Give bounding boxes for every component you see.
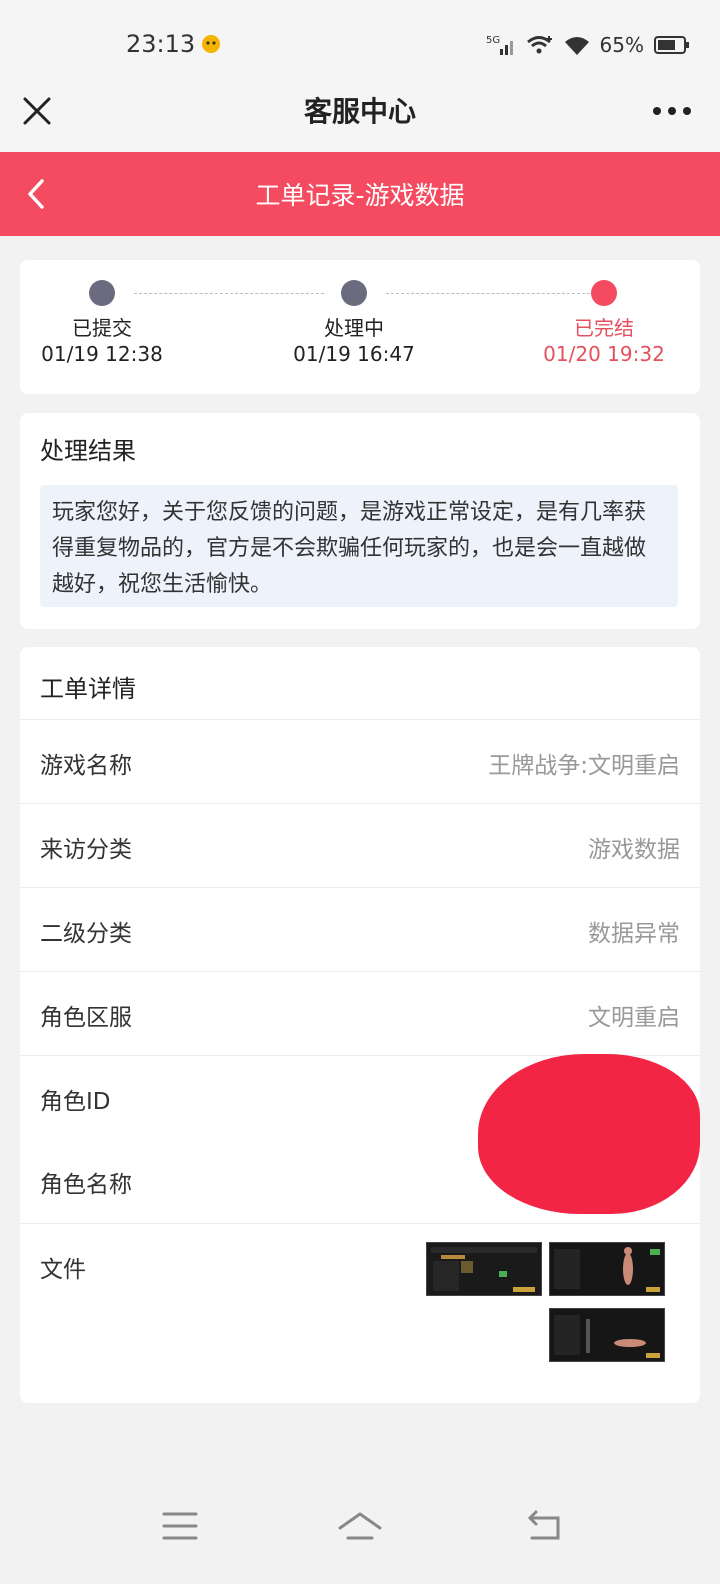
detail-value: 游戏数据 [588, 837, 680, 863]
ticket-header: 工单记录-游戏数据 [0, 152, 720, 236]
screenshot-image [550, 1243, 664, 1295]
detail-key: 角色区服 [40, 1005, 132, 1031]
result-heading: 处理结果 [40, 437, 136, 465]
step-time: 01/19 12:38 [41, 342, 163, 366]
step-dot [89, 280, 115, 306]
detail-key: 游戏名称 [40, 753, 132, 779]
home-icon[interactable] [336, 1506, 384, 1546]
notification-app-icon [202, 35, 220, 53]
back-icon[interactable] [524, 1506, 564, 1546]
detail-key: 文件 [40, 1257, 86, 1283]
result-card: 处理结果 玩家您好，关于您反馈的问题，是游戏正常设定，是有几率获得重复物品的，官… [20, 413, 700, 629]
ticket-details-card: 工单详情 游戏名称 王牌战争:文明重启 来访分类 游戏数据 二级分类 数据异常 … [20, 647, 700, 1403]
detail-key: 角色ID [40, 1089, 111, 1115]
detail-key: 二级分类 [40, 921, 132, 947]
wifi-plus-icon [526, 36, 552, 54]
detail-value: 王牌战争:文明重启 [488, 753, 680, 779]
detail-key: 来访分类 [40, 837, 132, 863]
cellular-signal-icon: 5G [486, 35, 513, 55]
ticket-progress-card: 已提交 01/19 12:38 处理中 01/19 16:47 已完结 01/2… [20, 260, 700, 394]
detail-value: 文明重启 [588, 1005, 680, 1031]
attachment-thumbnail[interactable] [426, 1242, 542, 1296]
step-dot [341, 280, 367, 306]
page-title: 客服中心 [303, 95, 416, 128]
progress-step-processing: 处理中 01/19 16:47 [254, 280, 454, 368]
detail-row-files: 文件 [20, 1223, 700, 1404]
network-type-label: 5G [486, 35, 500, 46]
battery-icon [654, 36, 689, 54]
status-bar: 23:13 5G 65% [0, 0, 720, 88]
step-time: 01/19 16:47 [293, 342, 415, 366]
more-options-icon[interactable] [652, 106, 692, 116]
attachment-thumbnail[interactable] [549, 1308, 665, 1362]
step-label: 处理中 [324, 316, 384, 340]
step-label: 已完结 [574, 316, 634, 340]
attachment-thumbnail[interactable] [549, 1242, 665, 1296]
screenshot-image [427, 1243, 541, 1295]
details-heading: 工单详情 [40, 675, 136, 703]
detail-key: 角色名称 [40, 1172, 132, 1198]
redaction-mark [478, 1054, 700, 1214]
result-message: 玩家您好，关于您反馈的问题，是游戏正常设定，是有几率获得重复物品的，官方是不会欺… [40, 485, 678, 607]
battery-percent: 65% [599, 33, 644, 57]
menu-icon[interactable] [160, 1506, 200, 1546]
detail-row-subcategory: 二级分类 数据异常 [20, 887, 700, 972]
detail-row-game-name: 游戏名称 王牌战争:文明重启 [20, 719, 700, 804]
status-indicators: 5G 65% [486, 30, 690, 60]
progress-step-submitted: 已提交 01/19 12:38 [2, 280, 202, 368]
title-bar: 客服中心 [0, 88, 720, 152]
step-time: 01/20 19:32 [543, 342, 665, 366]
ticket-header-title: 工单记录-游戏数据 [255, 181, 465, 210]
step-label: 已提交 [72, 316, 132, 340]
detail-row-server: 角色区服 文明重启 [20, 971, 700, 1056]
wifi-icon [564, 37, 589, 55]
detail-row-category: 来访分类 游戏数据 [20, 803, 700, 888]
system-nav-bar [0, 1480, 720, 1584]
screenshot-image [550, 1309, 664, 1361]
detail-value: 数据异常 [588, 921, 680, 947]
step-dot [591, 280, 617, 306]
progress-step-completed: 已完结 01/20 19:32 [504, 280, 704, 368]
status-time: 23:13 [126, 30, 196, 58]
